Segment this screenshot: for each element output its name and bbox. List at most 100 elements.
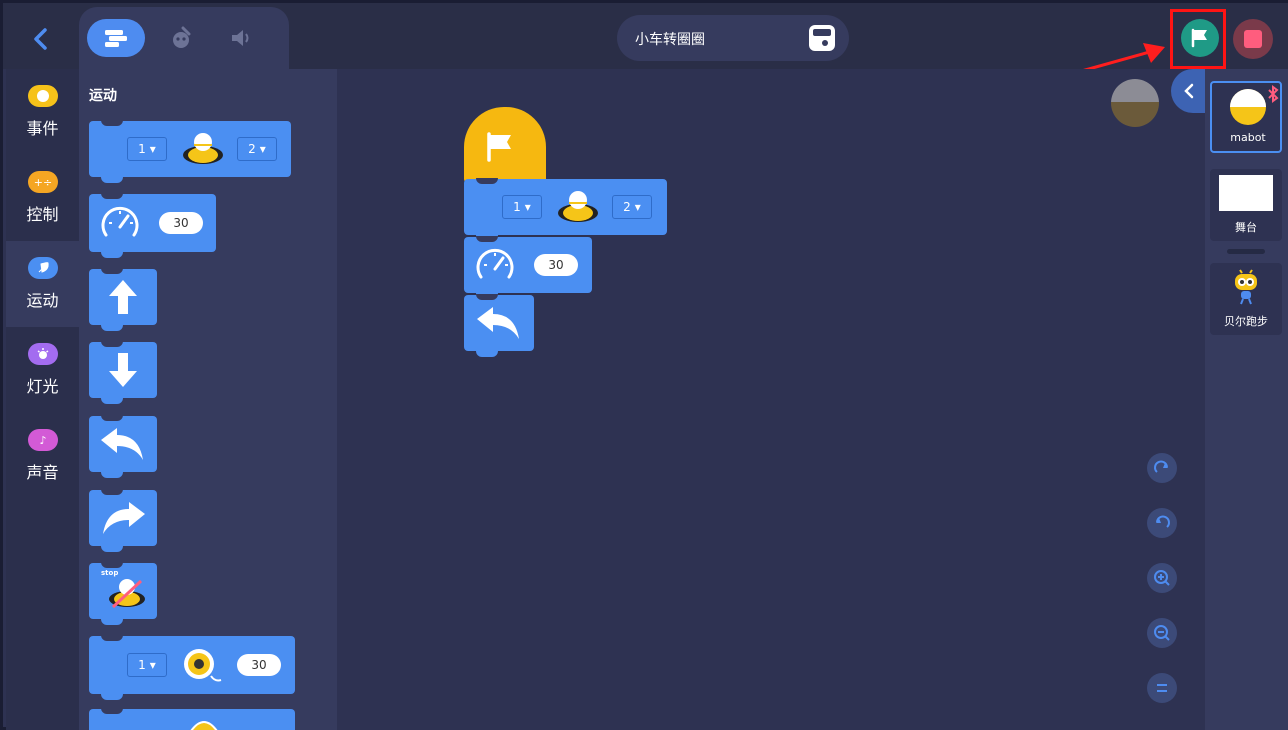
palette-motor-block[interactable]: 1 ▾ 30	[89, 635, 295, 700]
control-icon: +÷	[28, 171, 58, 193]
palette-backward-block[interactable]	[89, 341, 157, 404]
sprite-card-bell-run[interactable]: 贝尔跑步	[1210, 263, 1282, 335]
when-flag-clicked-block[interactable]	[464, 107, 546, 189]
speedometer-icon	[476, 248, 514, 279]
palette-turn-left-block[interactable]	[89, 415, 157, 478]
caret-down-icon: ▾	[149, 658, 156, 672]
tab-costume[interactable]	[151, 19, 209, 57]
arrow-down-icon	[109, 353, 137, 387]
sprite-name: 贝尔跑步	[1224, 315, 1268, 328]
project-title-bar[interactable]: 小车转圈圈	[617, 15, 849, 61]
palette-forward-block[interactable]	[89, 268, 157, 331]
blocks-palette: 运动 1 ▾ 2 ▾ 30 stop 1 ▾ 30	[79, 69, 337, 730]
bee-robot-icon	[1235, 269, 1257, 305]
workspace-speed-block[interactable]: 30	[464, 236, 592, 299]
bluetooth-disconnected-icon	[1268, 85, 1279, 103]
turn-right-icon	[103, 502, 145, 534]
sprite-panel: mabot 舞台 贝尔跑步	[1205, 69, 1288, 730]
stop-icon	[1244, 30, 1262, 48]
stage-thumbnail	[1219, 175, 1273, 211]
dropdown-value: 1	[138, 658, 146, 672]
speedometer-icon	[101, 206, 139, 237]
robot-paint-icon	[173, 26, 191, 48]
sprite-panel-toggle[interactable]	[1171, 69, 1207, 113]
right-motor-dropdown[interactable]: 2 ▾	[612, 195, 652, 219]
turn-left-icon	[477, 307, 519, 339]
light-icon	[28, 343, 58, 365]
mabot-ball-icon	[1230, 89, 1266, 125]
motor-speed-input[interactable]: 30	[237, 654, 281, 676]
flag-icon	[487, 132, 511, 162]
sprite-card-mabot[interactable]: mabot	[1210, 81, 1282, 153]
speed-input[interactable]: 30	[159, 212, 203, 234]
equals-icon	[1157, 684, 1167, 692]
zoom-reset-button[interactable]	[1147, 673, 1177, 703]
blocks-icon	[105, 30, 127, 47]
dropdown-value: 2	[248, 142, 256, 156]
stop-label: stop	[101, 569, 119, 577]
save-icon[interactable]	[809, 25, 835, 51]
palette-stop-block[interactable]: stop	[89, 562, 157, 625]
speed-input[interactable]: 30	[534, 254, 578, 276]
motor-icon	[184, 649, 222, 682]
tab-code[interactable]	[87, 19, 145, 57]
category-events[interactable]: 事件	[6, 69, 79, 155]
caret-down-icon: ▾	[634, 200, 641, 214]
dropdown-value: 1	[513, 200, 521, 214]
tab-sound[interactable]	[213, 19, 271, 57]
category-label: 灯光	[26, 377, 59, 396]
workspace-move-block[interactable]: 1 ▾ 2 ▾	[464, 178, 667, 241]
caret-down-icon: ▾	[259, 142, 266, 156]
app-window: 小车转圈圈 事件 +÷ 控制 运动 灯光 ♪ 声音 运动 1 ▾ 2 ▾ 30 …	[0, 0, 1288, 730]
palette-title: 运动	[89, 88, 117, 104]
motor-port-dropdown[interactable]: 1 ▾	[127, 653, 167, 677]
robot-stop-icon	[109, 579, 145, 609]
dropdown-value: 2	[623, 200, 631, 214]
panel-divider	[1227, 249, 1265, 254]
category-sound[interactable]: ♪ 声音	[6, 413, 79, 499]
category-rail: 事件 +÷ 控制 运动 灯光 ♪ 声音	[6, 69, 79, 730]
sprite-name: mabot	[1230, 131, 1266, 144]
sprite-name: 舞台	[1235, 221, 1257, 234]
editor-tabs	[79, 7, 289, 69]
zoom-in-button[interactable]	[1147, 563, 1177, 593]
stop-button[interactable]	[1233, 19, 1273, 59]
dropdown-value: 1	[138, 142, 146, 156]
redo-button[interactable]	[1147, 453, 1177, 483]
zoom-out-icon	[1154, 625, 1170, 641]
left-motor-dropdown[interactable]: 1 ▾	[502, 195, 542, 219]
music-note-icon: ♪	[28, 429, 58, 451]
palette-block-partial[interactable]	[89, 708, 295, 730]
script-workspace[interactable]: 1 ▾ 2 ▾ 30	[337, 69, 1205, 730]
category-lights[interactable]: 灯光	[6, 327, 79, 413]
category-motion[interactable]: 运动	[6, 241, 79, 327]
robot-car-icon	[183, 133, 223, 164]
left-motor-dropdown[interactable]: 1 ▾	[127, 137, 167, 161]
zoom-out-button[interactable]	[1147, 618, 1177, 648]
palette-move-block[interactable]: 1 ▾ 2 ▾	[89, 120, 291, 183]
category-control[interactable]: +÷ 控制	[6, 155, 79, 241]
turn-left-icon	[101, 428, 143, 460]
back-button[interactable]	[25, 23, 57, 55]
category-label: 事件	[26, 119, 59, 138]
green-flag-icon	[1191, 28, 1207, 48]
palette-turn-right-block[interactable]	[89, 489, 157, 552]
chevron-left-icon	[1184, 83, 1194, 99]
rocket-icon	[28, 257, 58, 279]
redo-icon	[1154, 460, 1168, 473]
chevron-left-icon	[34, 28, 47, 50]
right-motor-dropdown[interactable]: 2 ▾	[237, 137, 277, 161]
sprite-card-stage[interactable]: 舞台	[1210, 169, 1282, 241]
arrow-up-icon	[109, 280, 137, 314]
category-label: 声音	[26, 463, 59, 482]
undo-button[interactable]	[1147, 508, 1177, 538]
category-label: 运动	[26, 291, 59, 310]
palette-speed-block[interactable]: 30	[89, 193, 216, 258]
workspace-turn-left-block[interactable]	[464, 294, 534, 357]
zoom-in-icon	[1154, 570, 1170, 586]
caret-down-icon: ▾	[149, 142, 156, 156]
run-button[interactable]	[1181, 19, 1219, 57]
device-avatar[interactable]	[1111, 79, 1159, 127]
undo-icon	[1156, 515, 1170, 528]
motor-icon	[190, 721, 218, 730]
